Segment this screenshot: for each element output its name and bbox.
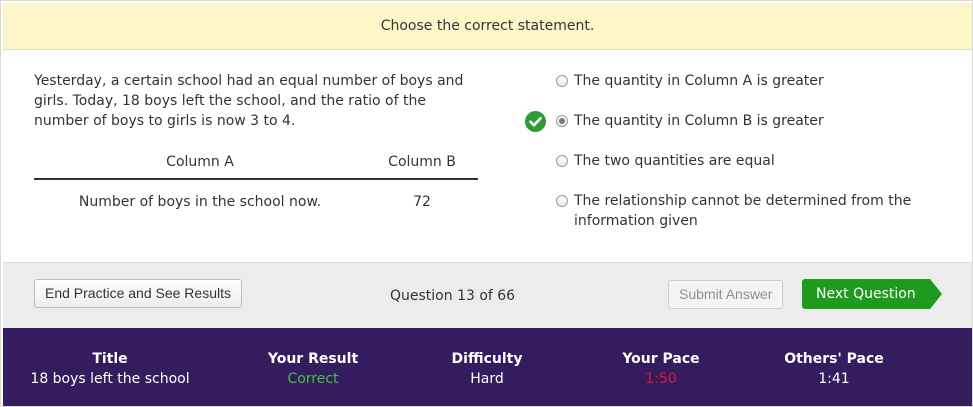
instruction-banner: Choose the correct statement.: [3, 3, 972, 50]
answer-option-d[interactable]: The relationship cannot be determined fr…: [525, 191, 945, 231]
stat-label: Difficulty: [451, 351, 523, 367]
submit-answer-button[interactable]: Submit Answer: [668, 280, 784, 309]
question-counter: Question 13 of 66: [390, 288, 516, 304]
comparison-table-header: Column A Column B: [34, 145, 478, 180]
stat-your-pace: Your Pace 1:50: [622, 349, 699, 389]
column-b-value: 72: [413, 194, 431, 210]
practice-question-panel: Choose the correct statement. Yesterday,…: [0, 0, 973, 407]
action-bar: End Practice and See Results Question 13…: [3, 262, 972, 328]
comparison-table-row: Number of boys in the school now. 72: [34, 180, 478, 224]
answer-option-c[interactable]: The two quantities are equal: [525, 151, 945, 171]
stat-value: 1:50: [645, 371, 677, 387]
radio-button[interactable]: [556, 75, 568, 87]
column-a-value: Number of boys in the school now.: [78, 194, 322, 210]
checkmark-icon: [525, 111, 546, 132]
answer-option-a[interactable]: The quantity in Column A is greater: [525, 71, 945, 91]
column-b-header: Column B: [388, 153, 456, 170]
answer-option-label: The quantity in Column B is greater: [574, 113, 824, 129]
answer-option-label: The two quantities are equal: [574, 153, 775, 169]
stat-value: Correct: [287, 371, 339, 387]
stat-value: 18 boys left the school: [30, 371, 190, 387]
stat-value: Hard: [470, 371, 504, 387]
answer-option-label: The quantity in Column A is greater: [574, 73, 824, 89]
stat-label: Others' Pace: [784, 351, 884, 367]
next-question-button[interactable]: Next Question: [802, 279, 942, 309]
answer-option-b[interactable]: The quantity in Column B is greater: [525, 111, 945, 132]
stat-others-pace: Others' Pace 1:41: [784, 349, 884, 389]
stat-difficulty: Difficulty Hard: [452, 349, 523, 389]
end-practice-button[interactable]: End Practice and See Results: [34, 279, 242, 308]
radio-button[interactable]: [556, 155, 568, 167]
stats-bar: Title 18 boys left the school Your Resul…: [3, 328, 972, 406]
answer-option-label: The relationship cannot be determined fr…: [574, 193, 912, 229]
stat-value: 1:41: [818, 371, 850, 387]
comparison-table: Column A Column B Number of boys in the …: [34, 145, 478, 224]
stat-your-result: Your Result Correct: [268, 349, 358, 389]
stat-title: Title 18 boys left the school: [30, 349, 189, 389]
stat-label: Your Pace: [622, 351, 700, 367]
question-text: Yesterday, a certain school had an equal…: [34, 73, 464, 129]
stat-label: Title: [92, 351, 128, 367]
answer-options: The quantity in Column A is greater The …: [525, 71, 945, 251]
radio-button-selected[interactable]: [556, 115, 568, 127]
radio-button[interactable]: [556, 195, 568, 207]
instruction-text: Choose the correct statement.: [380, 18, 595, 34]
stat-label: Your Result: [267, 351, 359, 367]
column-a-header: Column A: [166, 153, 234, 170]
